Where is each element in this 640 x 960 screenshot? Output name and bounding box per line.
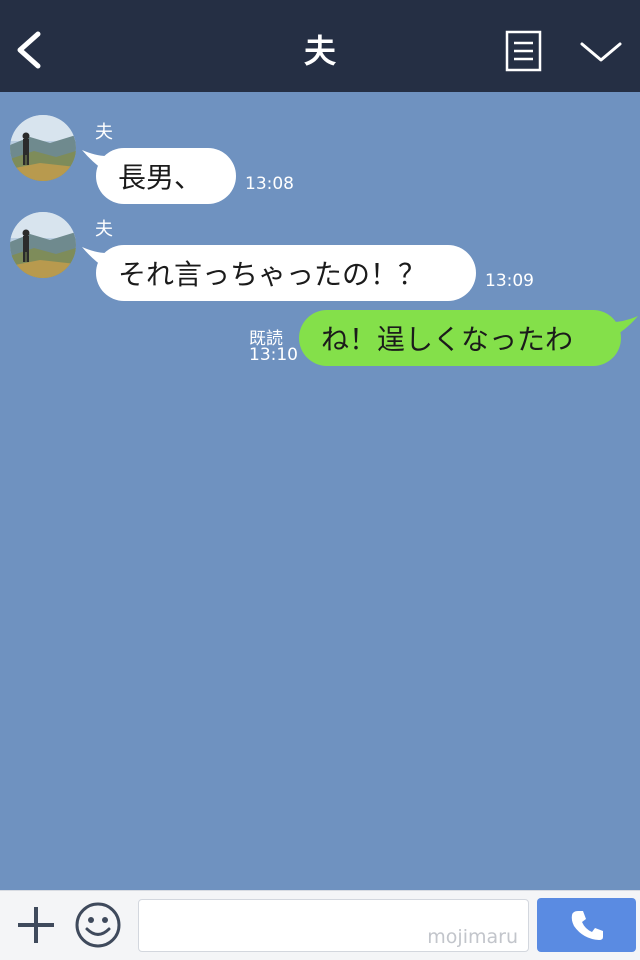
avatar[interactable]	[10, 115, 76, 181]
chevron-left-icon	[17, 31, 41, 69]
bubble-tail	[612, 316, 638, 338]
call-button[interactable]	[537, 898, 636, 952]
smiley-icon	[75, 902, 121, 948]
message-time: 13:08	[245, 174, 294, 194]
message-bubble[interactable]: それ言っちゃったの！？	[96, 245, 476, 301]
message-time: 13:09	[485, 271, 534, 291]
emoji-button[interactable]	[74, 901, 122, 949]
message-bubble[interactable]: 長男、	[96, 148, 236, 204]
add-button[interactable]	[14, 903, 58, 947]
phone-icon	[571, 911, 603, 940]
sender-name: 夫	[95, 122, 113, 143]
plus-icon	[18, 907, 54, 943]
notes-button[interactable]	[505, 30, 543, 72]
message-input[interactable]: mojimaru	[138, 899, 529, 952]
message-text: 長男、	[118, 161, 203, 194]
back-button[interactable]	[12, 28, 48, 72]
avatar[interactable]	[10, 212, 76, 278]
message-text: ね！逞しくなったわ	[321, 323, 574, 356]
menu-button[interactable]	[578, 36, 624, 66]
input-bar: mojimaru	[0, 890, 640, 960]
message-text: それ言っちゃったの！？	[118, 258, 427, 291]
message-bubble[interactable]: ね！逞しくなったわ	[299, 310, 621, 366]
message-time: 13:10	[249, 345, 298, 365]
chat-title: 夫	[303, 32, 336, 70]
avatar-photo	[10, 212, 76, 278]
chevron-down-icon	[580, 42, 622, 62]
chat-area[interactable]: 夫 長男、 13:08 夫 それ言っちゃったの！？ 13:09 既読 13:10…	[0, 92, 640, 890]
note-icon	[505, 30, 542, 72]
header-bar: 夫	[0, 0, 640, 92]
sender-name: 夫	[95, 219, 113, 240]
watermark-text: mojimaru	[427, 926, 518, 948]
avatar-photo	[10, 115, 76, 181]
